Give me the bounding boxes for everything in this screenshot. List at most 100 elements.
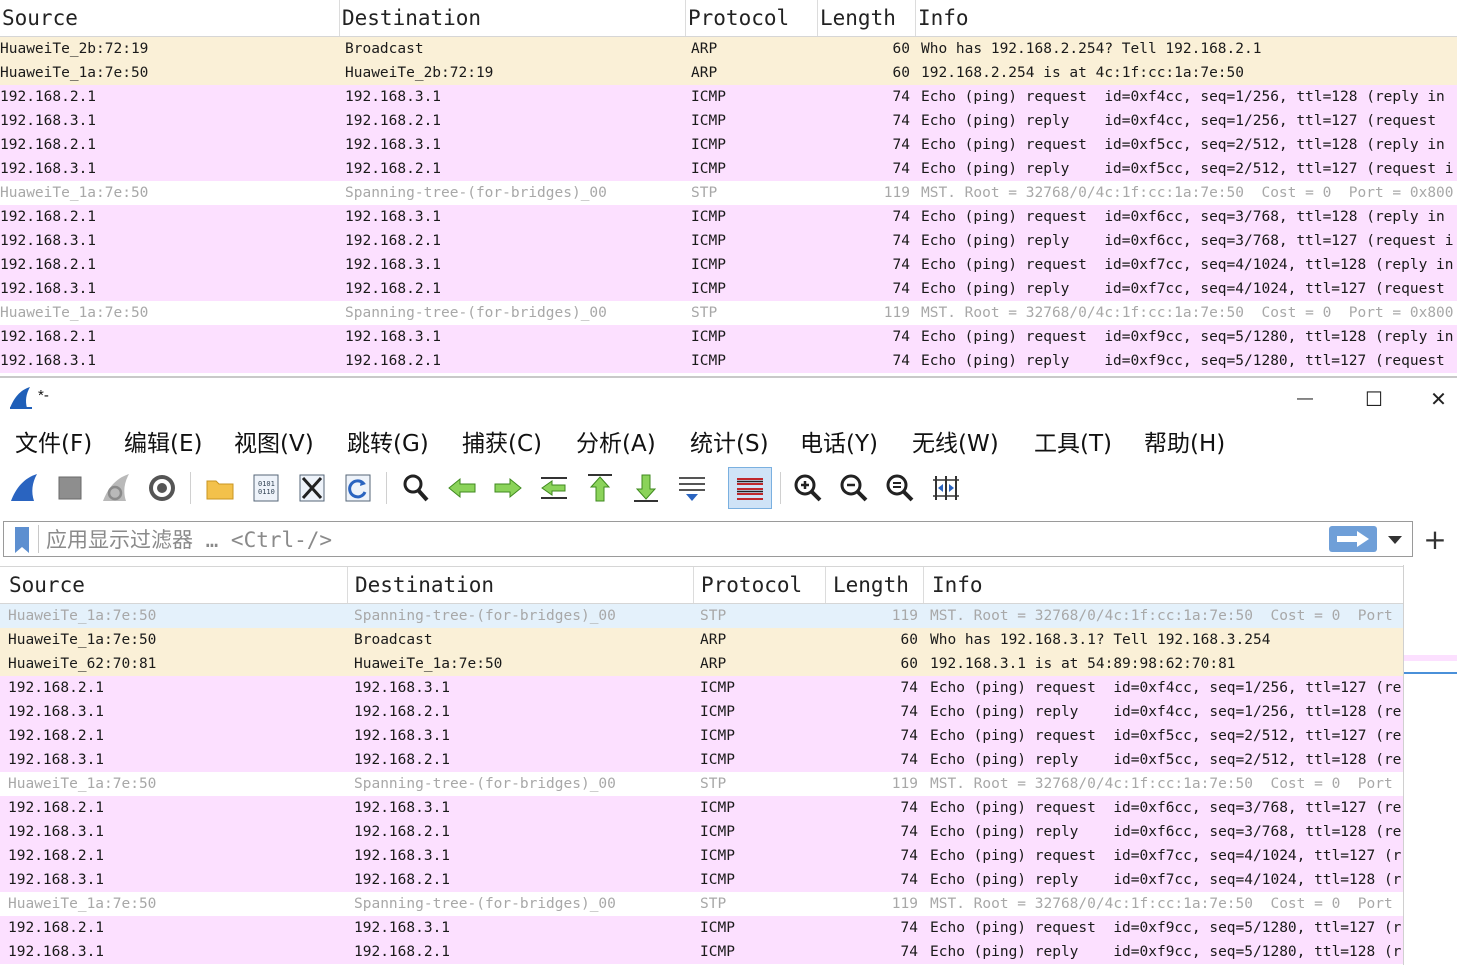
svg-text:0110: 0110 bbox=[258, 488, 275, 496]
packet-row[interactable]: 192.168.2.1 192.168.3.1 ICMP 74 Echo (ping) … bbox=[0, 133, 1457, 157]
packet-row[interactable]: 192.168.3.1 192.168.2.1 ICMP 74 Echo (ping) … bbox=[0, 748, 1403, 772]
column-header-destination[interactable]: Destination bbox=[348, 567, 694, 603]
menu-capture[interactable]: 捕获(C) bbox=[462, 424, 542, 458]
packet-row[interactable]: HuaweiTe_1a:7e:50 Spanning-tree-(for-brid… bbox=[0, 772, 1403, 796]
packet-list-top: Source Destination Protocol Length Info … bbox=[0, 0, 1457, 374]
menu-help[interactable]: 帮助(H) bbox=[1144, 424, 1225, 458]
packet-protocol: ICMP bbox=[691, 257, 726, 273]
bookmark-icon[interactable] bbox=[13, 526, 31, 554]
packet-row[interactable]: HuaweiTe_62:70:81 HuaweiTe_1a:7e:50 ARP 60 1… bbox=[0, 652, 1403, 676]
normal-size-icon[interactable] bbox=[882, 470, 918, 506]
packet-row[interactable]: 192.168.3.1 192.168.2.1 ICMP 74 Echo (ping) … bbox=[0, 109, 1457, 133]
stop-capture-icon[interactable] bbox=[52, 470, 88, 506]
packet-row[interactable]: HuaweiTe_1a:7e:50 Spanning-tree-(for-brid… bbox=[0, 604, 1403, 628]
column-header-protocol[interactable]: Protocol bbox=[686, 0, 818, 36]
filter-history-dropdown[interactable] bbox=[1384, 530, 1406, 550]
packet-row[interactable]: 192.168.3.1 192.168.2.1 ICMP 74 Echo (ping) … bbox=[0, 349, 1457, 373]
go-back-icon[interactable] bbox=[444, 470, 480, 506]
display-filter-input[interactable] bbox=[44, 524, 1318, 556]
menu-file[interactable]: 文件(F) bbox=[15, 424, 92, 458]
arrow-right-icon bbox=[1337, 531, 1369, 547]
packet-row[interactable]: 192.168.2.1 192.168.3.1 ICMP 74 Echo (ping) … bbox=[0, 205, 1457, 229]
find-packet-icon[interactable] bbox=[398, 470, 434, 506]
packet-row[interactable]: HuaweiTe_1a:7e:50 Spanning-tree-(for-brid… bbox=[0, 181, 1457, 205]
menu-statistics[interactable]: 统计(S) bbox=[690, 424, 769, 458]
window-title: *- bbox=[38, 387, 49, 404]
packet-length: 119 bbox=[883, 185, 910, 201]
packet-row[interactable]: 192.168.3.1 192.168.2.1 ICMP 74 Echo (ping) … bbox=[0, 820, 1403, 844]
menu-go[interactable]: 跳转(G) bbox=[347, 424, 429, 458]
resize-columns-icon[interactable] bbox=[928, 470, 964, 506]
autoscroll-icon[interactable] bbox=[674, 470, 710, 506]
column-header-source[interactable]: Source bbox=[0, 567, 348, 603]
packet-row[interactable]: 192.168.2.1 192.168.3.1 ICMP 74 Echo (ping) … bbox=[0, 253, 1457, 277]
packet-source: 192.168.2.1 bbox=[8, 800, 105, 816]
open-file-icon[interactable] bbox=[202, 470, 238, 506]
menu-tools[interactable]: 工具(T) bbox=[1034, 424, 1112, 458]
column-header-info[interactable]: Info bbox=[916, 0, 1457, 36]
column-header-length[interactable]: Length bbox=[826, 567, 924, 603]
close-window-button[interactable]: ✕ bbox=[1420, 378, 1457, 420]
packet-row[interactable]: HuaweiTe_1a:7e:50 Broadcast ARP 60 Who has 1… bbox=[0, 628, 1403, 652]
packet-length: 74 bbox=[900, 944, 918, 960]
packet-row[interactable]: 192.168.2.1 192.168.3.1 ICMP 74 Echo (ping) … bbox=[0, 844, 1403, 868]
save-file-icon[interactable]: 0101 0110 bbox=[248, 470, 284, 506]
packet-info: Echo (ping) request id=0xf7cc, seq=4/102… bbox=[930, 848, 1402, 864]
column-header-destination[interactable]: Destination bbox=[340, 0, 686, 36]
column-header-source[interactable]: Source bbox=[0, 0, 340, 36]
packet-row[interactable]: 192.168.3.1 192.168.2.1 ICMP 74 Echo (ping) … bbox=[0, 277, 1457, 301]
packet-list-header: Source Destination Protocol Length Info bbox=[0, 0, 1457, 37]
apply-filter-button[interactable] bbox=[1329, 526, 1377, 552]
add-filter-button[interactable]: + bbox=[1420, 522, 1450, 556]
go-to-packet-icon[interactable] bbox=[536, 470, 572, 506]
menu-view[interactable]: 视图(V) bbox=[234, 424, 314, 458]
menu-edit[interactable]: 编辑(E) bbox=[124, 424, 202, 458]
menu-telephony[interactable]: 电话(Y) bbox=[800, 424, 878, 458]
packet-destination: 192.168.3.1 bbox=[345, 89, 442, 105]
maximize-button[interactable]: ☐ bbox=[1351, 378, 1397, 420]
packet-info: Echo (ping) reply id=0xf4cc, seq=1/256, … bbox=[921, 113, 1437, 129]
column-header-length[interactable]: Length bbox=[818, 0, 916, 36]
reload-file-icon[interactable] bbox=[340, 470, 376, 506]
packet-length: 74 bbox=[900, 800, 918, 816]
packet-row[interactable]: 192.168.2.1 192.168.3.1 ICMP 74 Echo (ping) … bbox=[0, 796, 1403, 820]
packet-protocol: ARP bbox=[691, 41, 718, 57]
packet-row[interactable]: HuaweiTe_1a:7e:50 HuaweiTe_2b:72:19 ARP 60 1… bbox=[0, 61, 1457, 85]
packet-row[interactable]: 192.168.3.1 192.168.2.1 ICMP 74 Echo (ping) … bbox=[0, 940, 1403, 964]
toolbar-separator bbox=[386, 472, 387, 504]
packet-source: 192.168.3.1 bbox=[0, 353, 97, 369]
packet-source: 192.168.2.1 bbox=[8, 848, 105, 864]
column-header-protocol[interactable]: Protocol bbox=[694, 567, 826, 603]
zoom-out-icon[interactable] bbox=[836, 470, 872, 506]
first-packet-icon[interactable] bbox=[582, 470, 618, 506]
menu-analyze[interactable]: 分析(A) bbox=[576, 424, 656, 458]
minimize-button[interactable]: — bbox=[1282, 378, 1328, 420]
packet-destination: Broadcast bbox=[354, 632, 433, 648]
packet-row[interactable]: 192.168.3.1 192.168.2.1 ICMP 74 Echo (ping) … bbox=[0, 700, 1403, 724]
last-packet-icon[interactable] bbox=[628, 470, 664, 506]
close-file-icon[interactable] bbox=[294, 470, 330, 506]
packet-row[interactable]: 192.168.2.1 192.168.3.1 ICMP 74 Echo (ping) … bbox=[0, 325, 1457, 349]
packet-row[interactable]: HuaweiTe_1a:7e:50 Spanning-tree-(for-brid… bbox=[0, 301, 1457, 325]
filter-divider bbox=[38, 525, 39, 553]
packet-length: 74 bbox=[892, 281, 910, 297]
packet-minimap-scrollbar[interactable] bbox=[1403, 565, 1457, 965]
colorize-icon[interactable] bbox=[728, 467, 772, 509]
capture-options-icon[interactable] bbox=[144, 470, 180, 506]
start-capture-icon[interactable] bbox=[6, 470, 42, 506]
packet-row[interactable]: 192.168.2.1 192.168.3.1 ICMP 74 Echo (ping) … bbox=[0, 916, 1403, 940]
packet-row[interactable]: HuaweiTe_2b:72:19 Broadcast ARP 60 Who has 1… bbox=[0, 37, 1457, 61]
packet-info: Echo (ping) reply id=0xf4cc, seq=1/256, … bbox=[930, 704, 1402, 720]
restart-capture-icon[interactable] bbox=[98, 470, 134, 506]
go-forward-icon[interactable] bbox=[490, 470, 526, 506]
packet-row[interactable]: 192.168.2.1 192.168.3.1 ICMP 74 Echo (ping) … bbox=[0, 724, 1403, 748]
packet-row[interactable]: 192.168.3.1 192.168.2.1 ICMP 74 Echo (ping) … bbox=[0, 229, 1457, 253]
column-header-info[interactable]: Info bbox=[924, 567, 1403, 603]
menu-wireless[interactable]: 无线(W) bbox=[912, 424, 999, 458]
packet-row[interactable]: 192.168.3.1 192.168.2.1 ICMP 74 Echo (ping) … bbox=[0, 868, 1403, 892]
packet-row[interactable]: 192.168.2.1 192.168.3.1 ICMP 74 Echo (ping) … bbox=[0, 676, 1403, 700]
packet-row[interactable]: 192.168.2.1 192.168.3.1 ICMP 74 Echo (ping) … bbox=[0, 85, 1457, 109]
packet-row[interactable]: HuaweiTe_1a:7e:50 Spanning-tree-(for-brid… bbox=[0, 892, 1403, 916]
zoom-in-icon[interactable] bbox=[790, 470, 826, 506]
packet-row[interactable]: 192.168.3.1 192.168.2.1 ICMP 74 Echo (ping) … bbox=[0, 157, 1457, 181]
